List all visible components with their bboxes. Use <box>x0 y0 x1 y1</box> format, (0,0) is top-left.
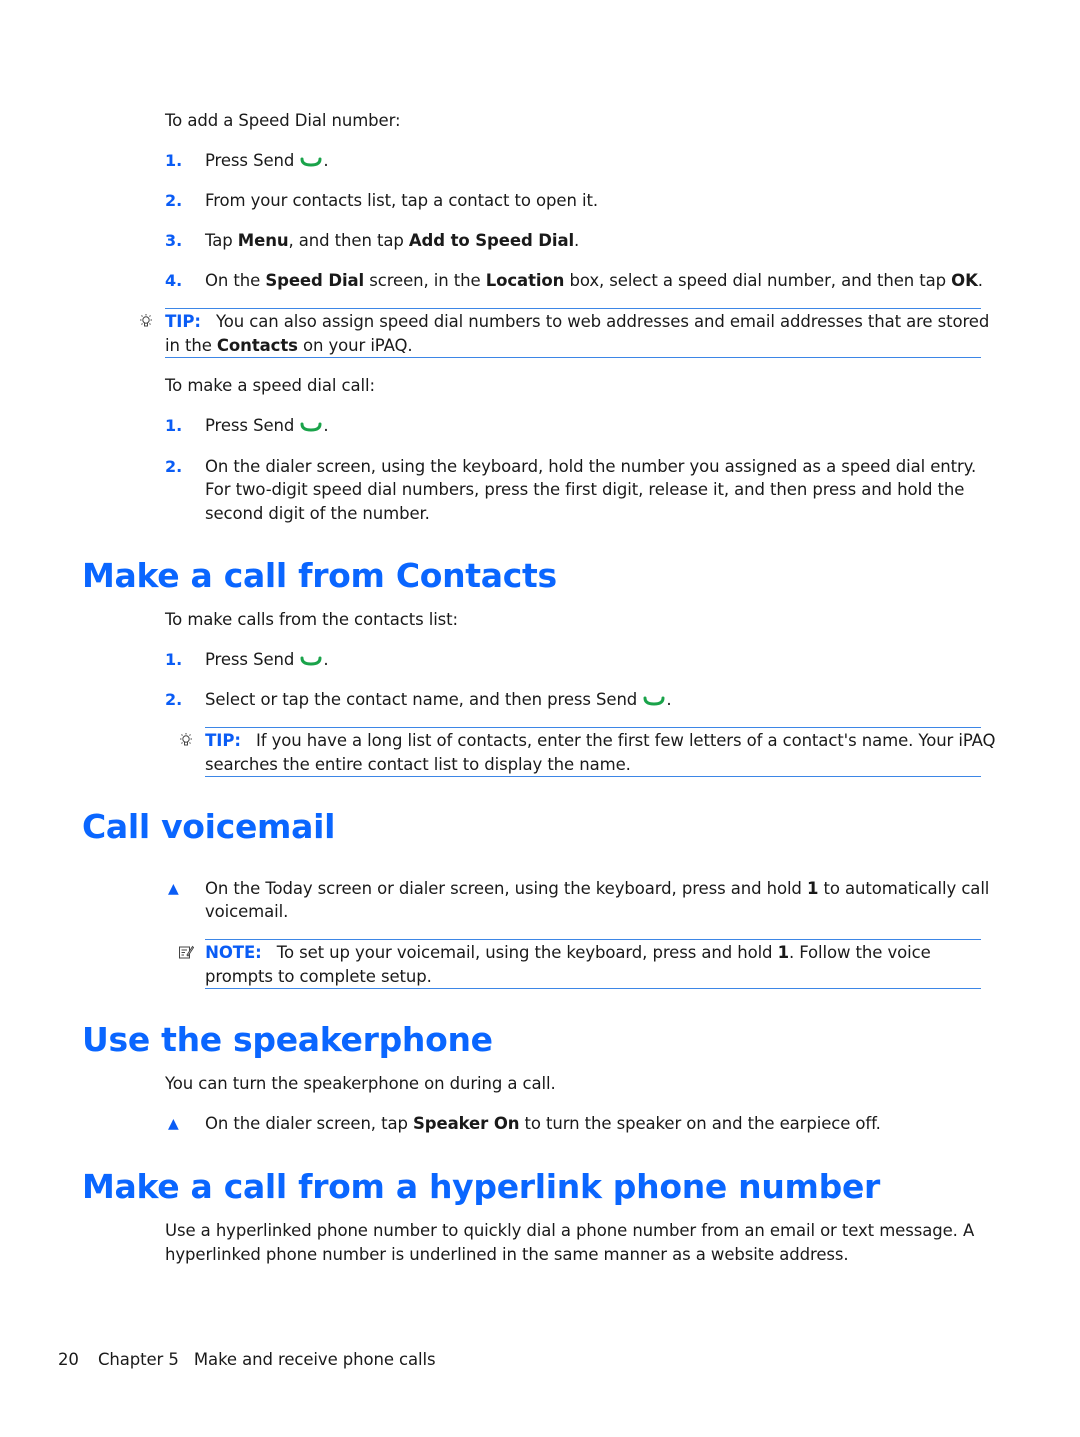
period: . <box>323 650 329 669</box>
note-bottom-rule <box>205 988 981 989</box>
text: . Follow the voice <box>788 943 931 962</box>
note-top-rule <box>205 939 981 940</box>
lightbulb-icon <box>180 733 192 746</box>
key: 1 <box>777 943 789 962</box>
tip-text-line2: searches the entire contact list to disp… <box>205 755 631 774</box>
intro-contacts: To make calls from the contacts list: <box>165 610 459 629</box>
bullet-text: On the Today screen or dialer screen, us… <box>205 877 989 901</box>
tip-bottom-rule <box>165 357 981 358</box>
tip-label: TIP: <box>165 312 201 331</box>
text: screen, in the <box>364 271 486 290</box>
step-text: On the Speed Dial screen, in the Locatio… <box>205 269 983 293</box>
text: in the <box>165 336 217 355</box>
hyperlink-text-line2: hyperlinked phone number is underlined i… <box>165 1245 849 1264</box>
note-pencil-icon <box>179 945 194 959</box>
step-text: On the dialer screen, using the keyboard… <box>205 457 977 476</box>
step-press-send: Press Send . <box>205 414 329 438</box>
text: , and then tap <box>288 231 409 250</box>
text: . <box>977 271 983 290</box>
note-text: To set up your voicemail, using the keyb… <box>277 943 931 962</box>
intro-speakerphone: You can turn the speakerphone on during … <box>165 1074 556 1093</box>
lightbulb-icon <box>140 314 152 327</box>
step-press-send: Press Send . <box>205 648 329 672</box>
chapter-label: Chapter 5 <box>97 1350 179 1369</box>
text: to automatically call <box>818 879 990 898</box>
text: box, select a speed dial number, and the… <box>564 271 952 290</box>
tip-top-rule <box>205 727 981 728</box>
step-text: Press Send <box>205 416 295 435</box>
step-number: 1. <box>165 416 183 435</box>
period: . <box>323 151 329 170</box>
bullet-text-line2: voicemail. <box>205 902 289 921</box>
step-number: 2. <box>165 191 183 210</box>
bullet-triangle-icon: ▲ <box>168 881 179 897</box>
hyperlink-text: Use a hyperlinked phone number to quickl… <box>165 1221 975 1240</box>
bullet-triangle-icon: ▲ <box>168 1116 179 1132</box>
step-text: Press Send <box>205 151 295 170</box>
step-number: 1. <box>165 650 183 669</box>
ui-term: Menu <box>237 231 289 250</box>
heading-hyperlink: Make a call from a hyperlink phone numbe… <box>82 1167 881 1206</box>
step-text: Select or tap the contact name, and then… <box>205 690 638 709</box>
note-text-line2: prompts to complete setup. <box>205 967 432 986</box>
period: . <box>666 690 672 709</box>
send-icon <box>300 656 322 666</box>
step-text: second digit of the number. <box>205 504 430 523</box>
note-box: NOTE: To set up your voicemail, using th… <box>178 941 931 965</box>
tip-top-rule <box>165 308 981 309</box>
period: . <box>323 416 329 435</box>
send-icon <box>300 422 322 432</box>
step-number: 2. <box>165 690 183 709</box>
key: 1 <box>806 879 819 898</box>
page-footer: 20 Chapter 5 Make and receive phone call… <box>58 1348 436 1372</box>
step-text: For two-digit speed dial numbers, press … <box>205 480 965 499</box>
intro-add-speed-dial: To add a Speed Dial number: <box>165 111 401 130</box>
tip-label: TIP: <box>205 731 241 750</box>
tip-box: TIP: You can also assign speed dial numb… <box>138 310 989 334</box>
text: To set up your voicemail, using the keyb… <box>276 943 778 962</box>
tip-bottom-rule <box>205 776 981 777</box>
heading-voicemail: Call voicemail <box>82 807 336 846</box>
step-number: 1. <box>165 151 183 170</box>
bullet-text: On the dialer screen, tap Speaker On to … <box>205 1112 881 1136</box>
text: on your iPAQ. <box>297 336 413 355</box>
step-press-send: Press Send . <box>205 149 329 173</box>
step-number: 4. <box>165 271 183 290</box>
tip-box: TIP: If you have a long list of contacts… <box>178 729 996 753</box>
chapter-title: Make and receive phone calls <box>193 1350 436 1369</box>
tip-text-line2: in the Contacts on your iPAQ. <box>165 334 413 358</box>
text: On the <box>205 271 266 290</box>
text: to turn the speaker on and the earpiece … <box>519 1114 881 1133</box>
note-label: NOTE: <box>205 943 262 962</box>
text: On the dialer screen, tap <box>205 1114 413 1133</box>
ui-term: Speed Dial <box>265 271 365 290</box>
ui-term: Add to Speed Dial <box>408 231 575 250</box>
text: On the Today screen or dialer screen, us… <box>205 879 807 898</box>
step-select-send: Select or tap the contact name, and then… <box>205 688 672 712</box>
send-icon <box>643 696 665 706</box>
step-text: Tap Menu, and then tap Add to Speed Dial… <box>205 229 579 253</box>
step-number: 3. <box>165 231 183 250</box>
tip-text: If you have a long list of contacts, ent… <box>256 731 996 750</box>
ui-term: OK <box>951 271 978 290</box>
heading-speakerphone: Use the speakerphone <box>82 1020 493 1059</box>
tip-text: You can also assign speed dial numbers t… <box>216 312 990 331</box>
send-icon <box>300 157 322 167</box>
step-number: 2. <box>165 457 183 476</box>
text: . <box>574 231 580 250</box>
ui-term: Speaker On <box>413 1114 520 1133</box>
ui-term: Location <box>485 271 565 290</box>
page-number: 20 <box>58 1350 79 1369</box>
step-text: From your contacts list, tap a contact t… <box>205 191 598 210</box>
text: Tap <box>205 231 238 250</box>
step-text: Press Send <box>205 650 295 669</box>
ui-term: Contacts <box>216 336 298 355</box>
heading-contacts: Make a call from Contacts <box>82 556 557 595</box>
intro-speed-dial-call: To make a speed dial call: <box>165 376 375 395</box>
